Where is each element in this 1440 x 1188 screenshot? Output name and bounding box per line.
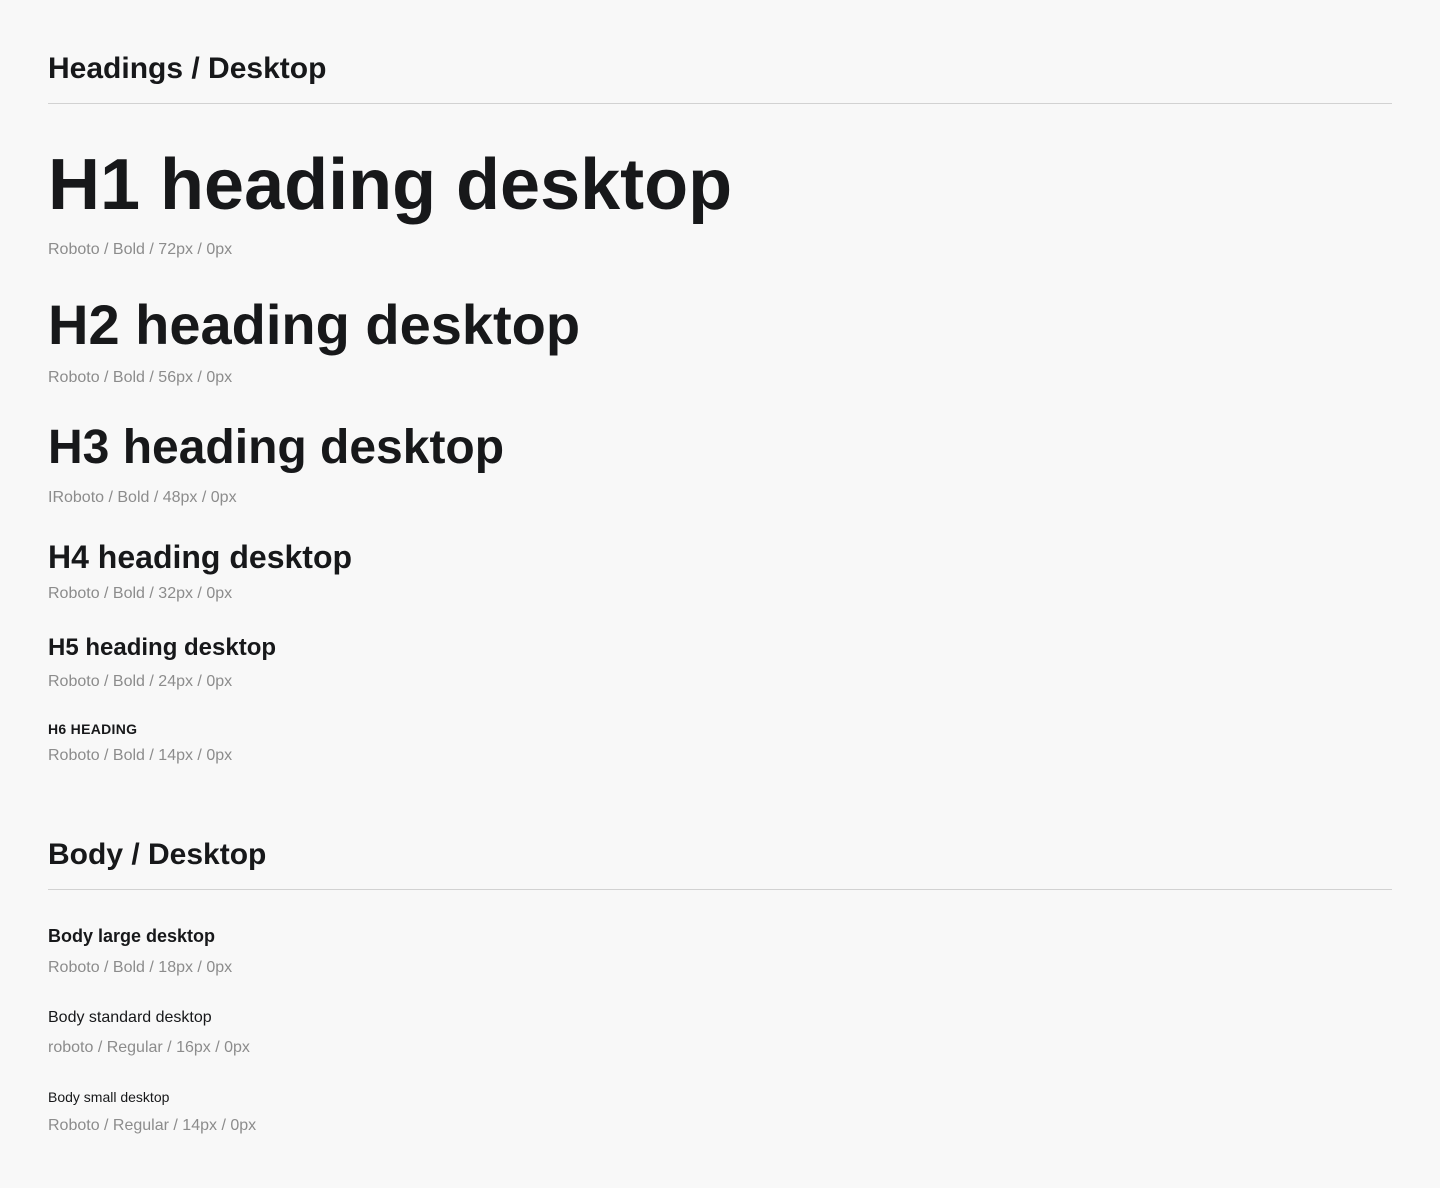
body-small-sample: Body small desktop (48, 1089, 170, 1105)
h3-sample: H3 heading desktop (48, 421, 505, 474)
body-small-spec: Roboto / Regular / 14px / 0px (48, 1117, 257, 1134)
divider (48, 103, 1392, 104)
body-large-spec: Roboto / Bold / 18px / 0px (48, 959, 233, 976)
h5-spec: Roboto / Bold / 24px / 0px (48, 673, 233, 690)
body-standard-sample: Body standard desktop (48, 1009, 212, 1026)
h2-spec: Roboto / Bold / 56px / 0px (48, 369, 233, 386)
h4-sample: H4 heading desktop (48, 539, 353, 575)
body-section-title: Body / Desktop (48, 838, 267, 871)
h1-sample: H1 heading desktop (48, 145, 733, 225)
h4-spec: Roboto / Bold / 32px / 0px (48, 585, 233, 602)
h1-spec: Roboto / Bold / 72px / 0px (48, 241, 233, 258)
body-large-sample: Body large desktop (48, 926, 216, 946)
body-standard-spec: roboto / Regular / 16px / 0px (48, 1039, 250, 1056)
h2-sample: H2 heading desktop (48, 293, 581, 356)
divider (48, 889, 1392, 890)
h3-spec: IRoboto / Bold / 48px / 0px (48, 489, 237, 506)
h5-sample: H5 heading desktop (48, 634, 277, 661)
h6-spec: Roboto / Bold / 14px / 0px (48, 747, 233, 764)
h6-sample: H6 HEADING (48, 721, 138, 737)
headings-section-title: Headings / Desktop (48, 52, 327, 85)
